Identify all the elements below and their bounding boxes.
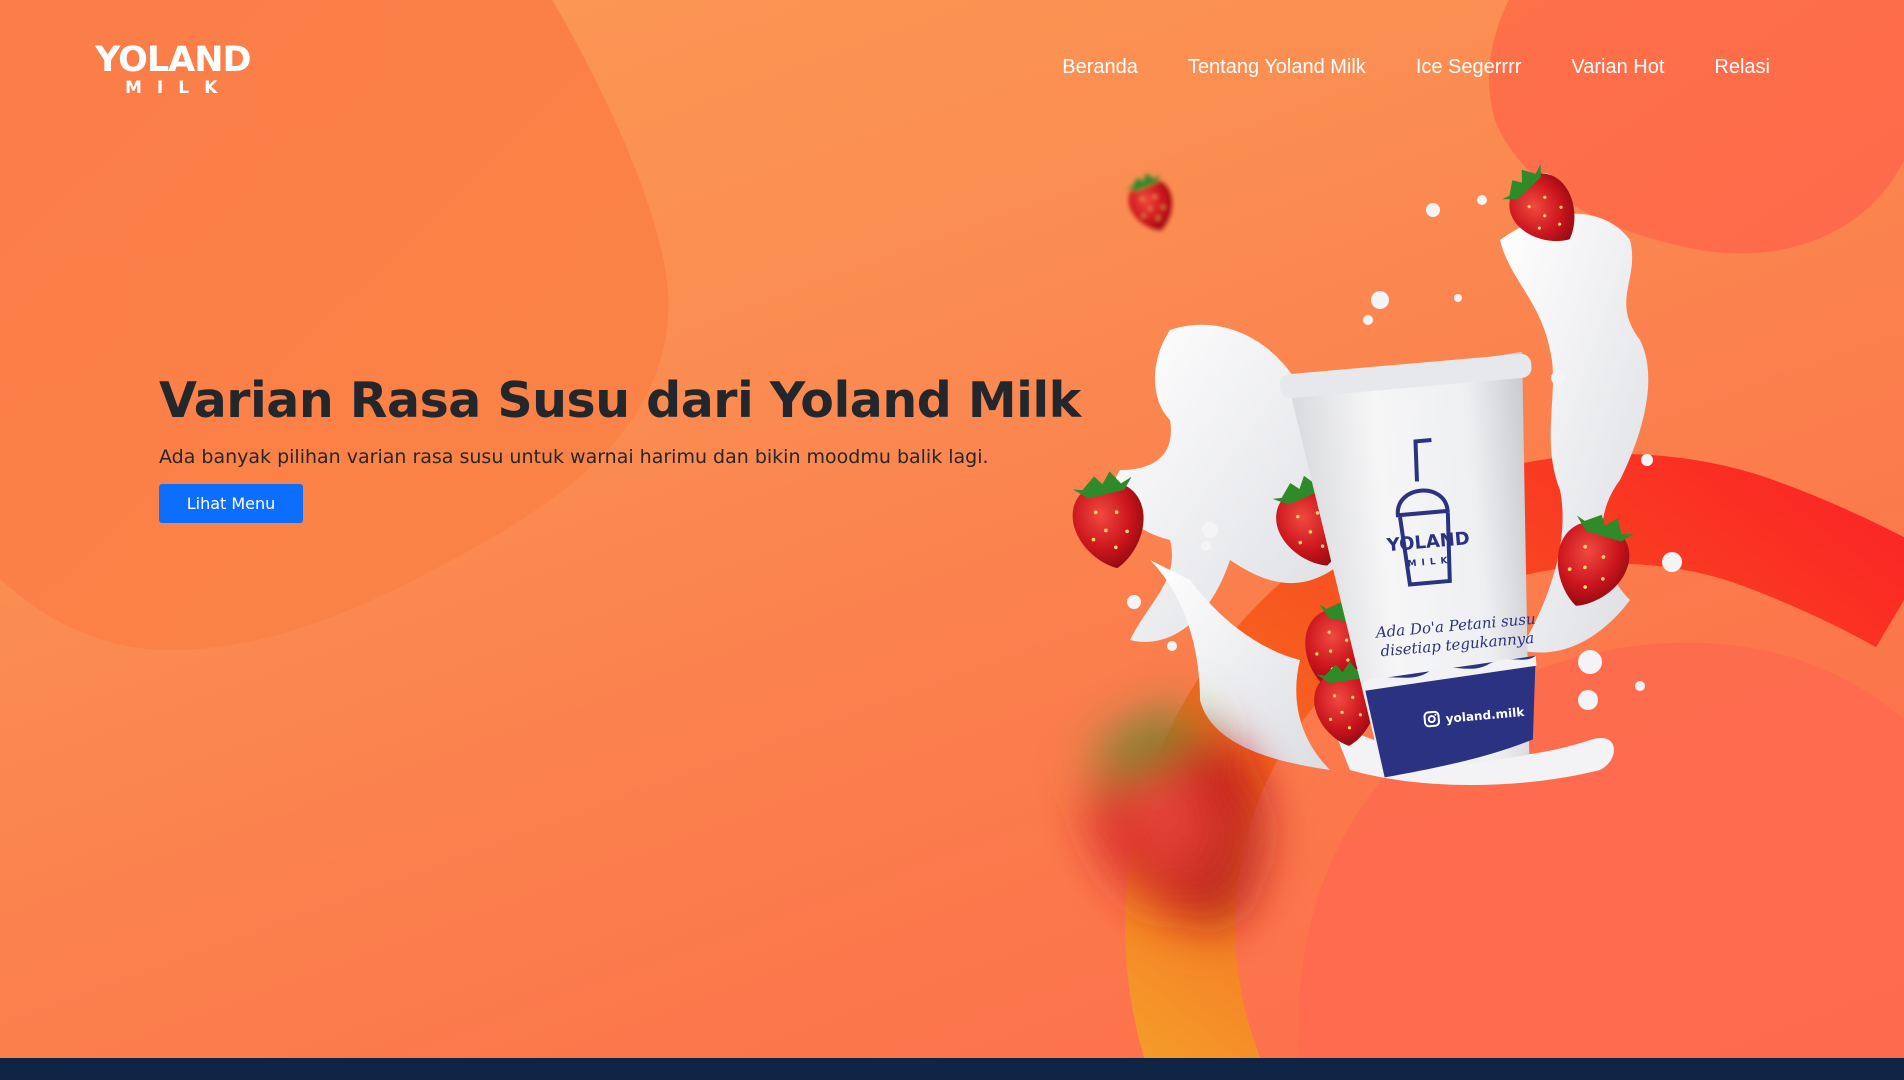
brand-logo[interactable]: YOLAND MILK [95, 40, 252, 100]
nav-menu: Beranda Tentang Yoland Milk Ice Segerrrr… [1062, 52, 1770, 82]
lihat-menu-button[interactable]: Lihat Menu [159, 484, 303, 523]
hero-subtitle: Ada banyak pilihan varian rasa susu untu… [159, 446, 989, 468]
blob-bottom-right [1298, 642, 1904, 1080]
nav-link-ice[interactable]: Ice Segerrrr [1416, 52, 1522, 82]
logo-wordmark: YOLAND [95, 40, 252, 80]
background-shapes [0, 0, 1904, 1080]
logo-subword: MILK [125, 78, 233, 98]
nav-link-varian-hot[interactable]: Varian Hot [1571, 52, 1664, 82]
hero-title: Varian Rasa Susu dari Yoland Milk [159, 372, 1081, 429]
hero-section: Varian Rasa Susu dari Yoland Milk Ada ba… [159, 366, 1081, 523]
nav-link-relasi[interactable]: Relasi [1714, 52, 1770, 82]
footer-strip [0, 1058, 1904, 1080]
navbar: YOLAND MILK Beranda Tentang Yoland Milk … [0, 0, 1904, 140]
nav-link-beranda[interactable]: Beranda [1062, 52, 1138, 82]
nav-link-tentang[interactable]: Tentang Yoland Milk [1188, 52, 1366, 82]
